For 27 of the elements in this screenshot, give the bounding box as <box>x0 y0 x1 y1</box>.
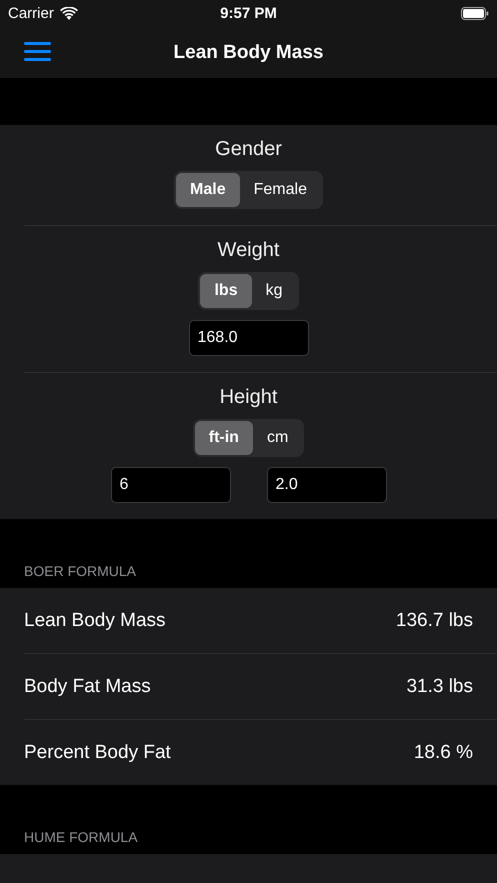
result-value: 31.3 lbs <box>406 676 473 698</box>
input-label: Gender <box>215 138 282 161</box>
segment-option[interactable]: Female <box>240 173 321 207</box>
menu-button[interactable] <box>24 39 51 64</box>
menu-icon <box>24 41 51 62</box>
carrier-label: Carrier <box>8 5 54 22</box>
input-field[interactable]: 2.0 <box>266 467 386 503</box>
section-header: BOER FORMULA <box>24 563 136 579</box>
input-field[interactable]: 6 <box>110 467 230 503</box>
input-label: Height <box>220 386 278 409</box>
segment-option[interactable]: cm <box>252 421 302 455</box>
battery-icon <box>461 7 490 20</box>
result-label: Body Fat Mass <box>24 676 151 698</box>
input-label: Weight <box>218 239 280 262</box>
input-field[interactable]: 168.0 <box>188 320 308 356</box>
wifi-icon <box>60 7 78 20</box>
segment-option[interactable]: kg <box>252 274 297 308</box>
status-time: 9:57 PM <box>220 5 277 22</box>
segment-option[interactable]: ft-in <box>194 421 253 455</box>
section-header: HUME FORMULA <box>24 829 138 845</box>
segment-option[interactable]: Male <box>176 173 240 207</box>
result-label: Percent Body Fat <box>24 742 171 764</box>
nav-title: Lean Body Mass <box>174 42 324 64</box>
segment-option[interactable]: lbs <box>200 274 252 308</box>
result-label: Lean Body Mass <box>24 610 166 632</box>
result-value: 136.7 lbs <box>396 610 473 632</box>
result-value: 18.6 % <box>414 742 473 764</box>
